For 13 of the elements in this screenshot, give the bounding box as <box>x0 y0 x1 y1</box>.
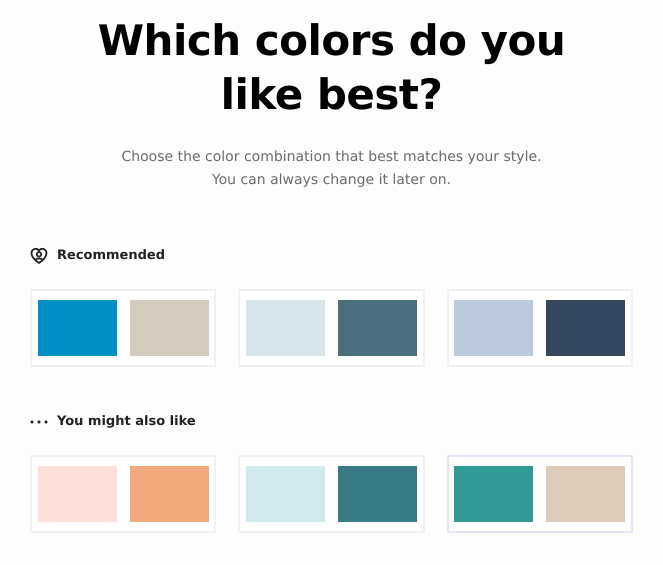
subtitle-text: Choose the color combination that best matches your style. <box>121 148 542 167</box>
heart-person-icon <box>30 247 48 265</box>
subtitle-text: You can always change it later on. <box>212 171 452 190</box>
color-combination-card[interactable] <box>238 289 425 367</box>
color-combination-card[interactable] <box>30 289 216 367</box>
ellipsis-icon <box>30 420 48 424</box>
color-combination-card[interactable] <box>446 455 633 533</box>
section-heading: You might also like <box>57 413 196 432</box>
color-combination-card[interactable] <box>238 455 425 533</box>
section-heading: Recommended <box>57 247 166 266</box>
color-combination-card[interactable] <box>30 455 216 533</box>
color-combination-card[interactable] <box>446 289 633 367</box>
page-title: Which colors do you like best? <box>96 15 566 121</box>
